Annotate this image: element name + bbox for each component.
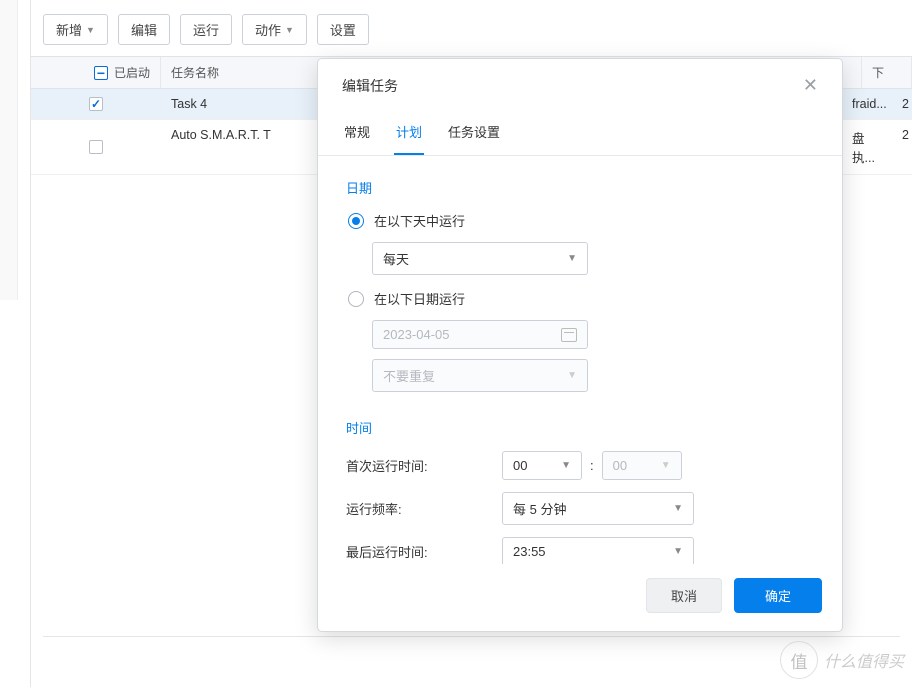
tab-task-settings[interactable]: 任务设置	[446, 116, 502, 155]
repeat-select: 不要重复 ▼	[372, 359, 588, 392]
watermark-text: 什么值得买	[824, 648, 904, 672]
row-n-cell: 2	[892, 89, 912, 119]
row-right-cell: fraid...	[842, 89, 892, 119]
chevron-down-icon: ▼	[561, 460, 571, 471]
last-run-label: 最后运行时间:	[346, 542, 502, 561]
chevron-down-icon: ▼	[567, 370, 577, 381]
action-label: 动作	[255, 20, 281, 39]
edit-button[interactable]: 编辑	[118, 14, 170, 45]
modal-footer: 取消 确定	[318, 564, 842, 631]
radio-icon[interactable]	[348, 213, 364, 229]
frequency-row: 运行频率: 每 5 分钟 ▼	[346, 492, 814, 525]
time-colon: :	[590, 458, 594, 473]
left-panel-stub	[0, 0, 18, 300]
settings-label: 设置	[330, 20, 356, 39]
modal-header: 编辑任务 ✕	[318, 59, 842, 108]
col-name-label: 任务名称	[171, 66, 219, 80]
frequency-label: 运行频率:	[346, 499, 502, 518]
row-checkbox[interactable]	[89, 140, 103, 154]
watermark-badge: 值	[780, 641, 818, 679]
close-icon[interactable]: ✕	[799, 73, 822, 98]
modal-body: 日期 在以下天中运行 每天 ▼ 在以下日期运行 2023-04-05 不要重复 …	[318, 156, 842, 564]
date-value: 2023-04-05	[383, 327, 450, 342]
modal-title: 编辑任务	[342, 76, 398, 96]
new-label: 新增	[56, 20, 82, 39]
row-checkbox[interactable]	[89, 97, 103, 111]
edit-label: 编辑	[131, 20, 157, 39]
run-label: 运行	[193, 20, 219, 39]
time-section-title: 时间	[346, 418, 814, 437]
day-frequency-select[interactable]: 每天 ▼	[372, 242, 588, 275]
chevron-down-icon: ▼	[673, 503, 683, 514]
cancel-button[interactable]: 取消	[646, 578, 722, 613]
ok-button[interactable]: 确定	[734, 578, 822, 613]
tab-schedule[interactable]: 计划	[394, 116, 424, 155]
calendar-icon	[561, 328, 577, 342]
settings-button[interactable]: 设置	[317, 14, 369, 45]
row-n-cell: 2	[892, 120, 912, 174]
row-right-cell: 盘执...	[842, 120, 892, 174]
first-run-min-select: 00 ▼	[602, 451, 682, 480]
col-enabled-label: 已启动	[114, 64, 150, 81]
tab-general[interactable]: 常规	[342, 116, 372, 155]
chevron-down-icon: ▼	[285, 25, 294, 35]
radio-run-on-days[interactable]: 在以下天中运行	[348, 211, 814, 230]
toolbar: 新增 ▼ 编辑 运行 动作 ▼ 设置	[31, 0, 912, 56]
repeat-value: 不要重复	[383, 366, 435, 385]
watermark: 值 什么值得买	[780, 641, 904, 679]
first-run-label: 首次运行时间:	[346, 456, 502, 475]
frequency-select[interactable]: 每 5 分钟 ▼	[502, 492, 694, 525]
date-section-title: 日期	[346, 178, 814, 197]
radio-run-date-label: 在以下日期运行	[374, 289, 465, 308]
date-picker: 2023-04-05	[372, 320, 588, 349]
action-button[interactable]: 动作 ▼	[242, 14, 307, 45]
col-enabled-header[interactable]: − 已启动	[31, 57, 161, 88]
last-run-row: 最后运行时间: 23:55 ▼	[346, 537, 814, 564]
col-right-header[interactable]: 下	[862, 57, 912, 88]
first-run-hour-select[interactable]: 00 ▼	[502, 451, 582, 480]
chevron-down-icon: ▼	[567, 253, 577, 264]
time-section: 时间 首次运行时间: 00 ▼ : 00 ▼ 运行频率: 每 5 分钟 ▼	[346, 418, 814, 564]
select-all-checkbox[interactable]: −	[94, 66, 108, 80]
first-run-row: 首次运行时间: 00 ▼ : 00 ▼	[346, 451, 814, 480]
radio-run-on-date[interactable]: 在以下日期运行	[348, 289, 814, 308]
modal-tabs: 常规 计划 任务设置	[318, 108, 842, 156]
day-frequency-value: 每天	[383, 249, 409, 268]
new-button[interactable]: 新增 ▼	[43, 14, 108, 45]
edit-task-modal: 编辑任务 ✕ 常规 计划 任务设置 日期 在以下天中运行 每天 ▼ 在以下日期运…	[317, 58, 843, 632]
footer-divider	[43, 636, 900, 637]
radio-icon[interactable]	[348, 291, 364, 307]
radio-run-days-label: 在以下天中运行	[374, 211, 465, 230]
run-button[interactable]: 运行	[180, 14, 232, 45]
last-run-select[interactable]: 23:55 ▼	[502, 537, 694, 564]
chevron-down-icon: ▼	[661, 460, 671, 471]
chevron-down-icon: ▼	[86, 25, 95, 35]
chevron-down-icon: ▼	[673, 546, 683, 557]
